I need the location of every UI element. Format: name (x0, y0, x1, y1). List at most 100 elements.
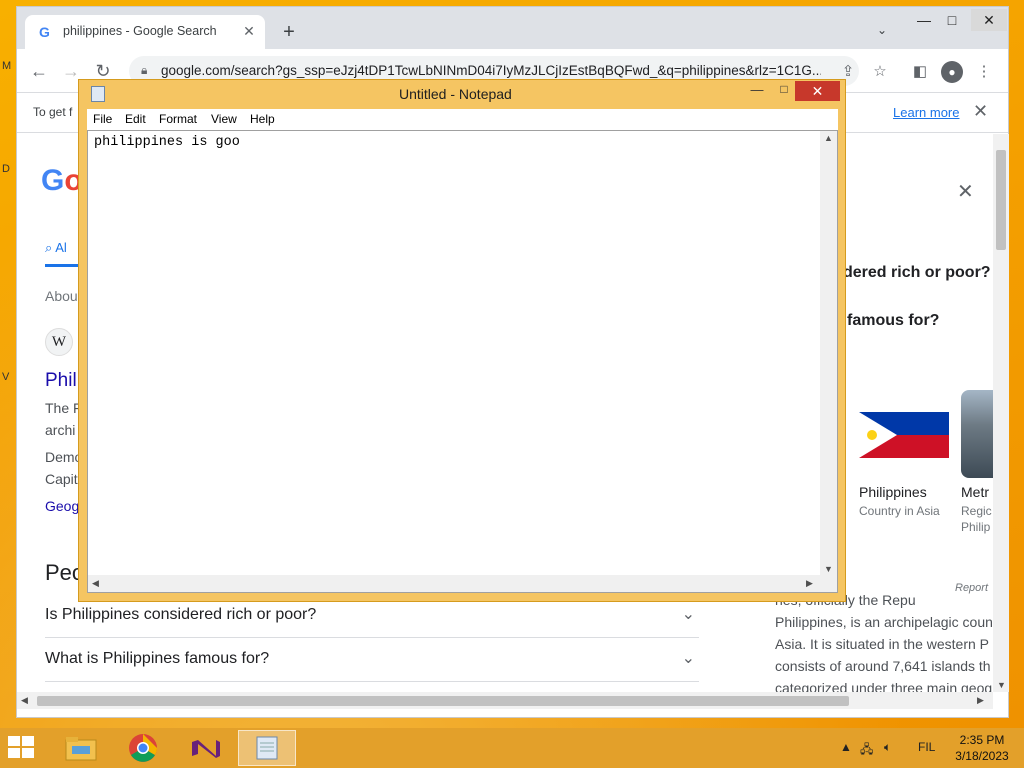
result-snippet: The F (45, 400, 82, 416)
taskbar-visual-studio[interactable] (176, 730, 234, 766)
menu-format[interactable]: Format (159, 112, 197, 126)
taskbar: ▲ 🖧︎ 🔈︎ FIL 2:35 PM 3/18/2023 (0, 728, 1024, 768)
side-panel-icon[interactable]: ◧ (909, 61, 931, 83)
flag-sun-icon (867, 430, 877, 440)
network-icon[interactable]: 🖧︎ (860, 740, 873, 761)
volume-icon[interactable]: 🔈︎ (884, 740, 891, 755)
input-language[interactable]: FIL (918, 740, 935, 754)
clock-time: 2:35 PM (959, 733, 1005, 747)
notepad-window: Untitled - Notepad — □ ✕ File Edit Forma… (78, 79, 846, 602)
learn-more-link[interactable]: Learn more (893, 105, 959, 120)
result-snippet: archi (45, 422, 76, 438)
google-logo[interactable]: Go (41, 164, 83, 198)
menu-help[interactable]: Help (250, 112, 275, 126)
result-sitelink[interactable]: Geog (45, 498, 79, 514)
notepad-close-button[interactable]: ✕ (795, 81, 840, 101)
horizontal-scrollbar[interactable]: ◀ ▶ (17, 692, 993, 709)
panel-description-line: Asia. It is situated in the western P (775, 636, 989, 652)
new-tab-button[interactable]: + (277, 21, 301, 45)
lock-icon: 🔒︎ (141, 63, 148, 77)
search-icon: ⌕ (45, 240, 53, 255)
menu-edit[interactable]: Edit (125, 112, 146, 126)
philippines-flag-image[interactable] (859, 412, 949, 458)
scroll-down-arrow-icon[interactable]: ▼ (824, 564, 833, 574)
tab-strip: G philippines - Google Search ✕ + ⌄ — □ … (17, 7, 1008, 49)
scroll-left-arrow-icon[interactable]: ◀ (21, 695, 28, 706)
visual-studio-icon (192, 740, 220, 758)
flag-white-triangle (859, 412, 897, 458)
panel-description-line: Philippines, is an archipelagic coun (775, 614, 993, 630)
scroll-right-arrow-icon[interactable]: ▶ (806, 578, 813, 589)
result-title-link[interactable]: Phil (45, 370, 77, 392)
clock-date: 3/18/2023 (955, 749, 1009, 763)
panel-description-line: categorized under three main geog (775, 680, 993, 692)
related-question[interactable]: dered rich or poor? (843, 264, 991, 282)
desktop-icon-label: V (2, 371, 10, 383)
result-fact: Demo (45, 449, 83, 465)
tab-all-label: Al (55, 240, 67, 255)
scroll-down-arrow-icon[interactable]: ▼ (997, 680, 1006, 690)
windows-logo-tile (22, 748, 34, 758)
close-window-button[interactable]: ✕ (971, 9, 1007, 31)
google-favicon-icon: G (39, 24, 50, 40)
notepad-minimize-button[interactable]: — (747, 82, 767, 100)
wikipedia-icon: W (45, 328, 73, 356)
start-windows-icon[interactable] (8, 736, 36, 760)
paa-question-text: Is Philippines considered rich or poor? (45, 606, 317, 623)
panel-close-icon[interactable]: ✕ (957, 179, 974, 204)
notepad-text-area[interactable]: philippines is goo ▲ ▼ ◀ ▶ (87, 130, 838, 593)
tab-close-icon[interactable]: ✕ (239, 21, 259, 41)
chevron-down-icon: ⌄ (681, 650, 695, 667)
scroll-up-arrow-icon[interactable]: ▲ (824, 133, 833, 143)
taskbar-file-explorer[interactable] (52, 730, 110, 766)
tab-search-chevron-icon[interactable]: ⌄ (877, 23, 887, 37)
folder-icon (65, 737, 97, 761)
card-subtitle: Philip (961, 520, 991, 534)
scrollbar-thumb[interactable] (37, 696, 849, 706)
tab-title: philippines - Google Search (63, 24, 217, 38)
profile-avatar-icon[interactable]: ● (941, 61, 963, 83)
notepad-menu-bar: File Edit Format View Help (87, 109, 838, 130)
notepad-maximize-button[interactable]: □ (774, 82, 794, 100)
related-question[interactable]: famous for? (847, 312, 939, 330)
notepad-content: philippines is goo (94, 135, 240, 150)
paa-question[interactable]: What is Philippines famous for? ⌄ (45, 640, 699, 682)
windows-logo-tile (8, 748, 20, 758)
maximize-button[interactable]: □ (937, 9, 967, 31)
menu-file[interactable]: File (93, 112, 112, 126)
result-fact: Capit (45, 471, 78, 487)
menu-view[interactable]: View (211, 112, 237, 126)
system-clock[interactable]: 2:35 PM 3/18/2023 (950, 732, 1014, 764)
tab-all[interactable]: ⌕ Al (45, 240, 67, 256)
notepad-title: Untitled - Notepad (399, 86, 512, 102)
bookmark-star-icon[interactable]: ☆ (869, 61, 891, 83)
show-hidden-icons-icon[interactable]: ▲ (840, 740, 852, 754)
vertical-scrollbar[interactable]: ▼ (993, 134, 1009, 692)
card-title[interactable]: Metr (961, 484, 989, 500)
back-arrow-icon[interactable]: ← (27, 59, 51, 83)
metro-manila-thumbnail[interactable] (961, 390, 993, 478)
chrome-icon (129, 734, 157, 762)
notepad-vertical-scrollbar[interactable]: ▲ ▼ (820, 131, 837, 576)
notepad-horizontal-scrollbar[interactable]: ◀ ▶ (88, 575, 837, 592)
scroll-right-arrow-icon[interactable]: ▶ (977, 695, 984, 706)
scrollbar-thumb[interactable] (996, 150, 1006, 250)
scroll-left-arrow-icon[interactable]: ◀ (92, 578, 99, 589)
paa-question[interactable]: Is Philippines considered rich or poor? … (45, 596, 699, 638)
desktop-icon-label: M (2, 60, 12, 72)
active-tab-indicator (45, 264, 79, 267)
results-about-text: Abou (45, 288, 78, 304)
paa-question-text: What is Philippines famous for? (45, 650, 270, 667)
logo-letter: G (41, 164, 65, 197)
card-title[interactable]: Philippines (859, 484, 927, 500)
browser-tab[interactable]: G philippines - Google Search ✕ (25, 15, 265, 49)
taskbar-notepad[interactable] (238, 730, 296, 766)
card-subtitle: Country in Asia (859, 504, 940, 518)
desktop-icon-label: D (2, 163, 10, 175)
taskbar-chrome[interactable] (114, 730, 172, 766)
minimize-button[interactable]: — (909, 9, 939, 31)
card-subtitle: Regic (961, 504, 992, 518)
info-bar-close-icon[interactable]: ✕ (973, 101, 988, 122)
windows-logo-tile (8, 736, 20, 746)
menu-kebab-icon[interactable]: ⋮ (973, 61, 995, 83)
